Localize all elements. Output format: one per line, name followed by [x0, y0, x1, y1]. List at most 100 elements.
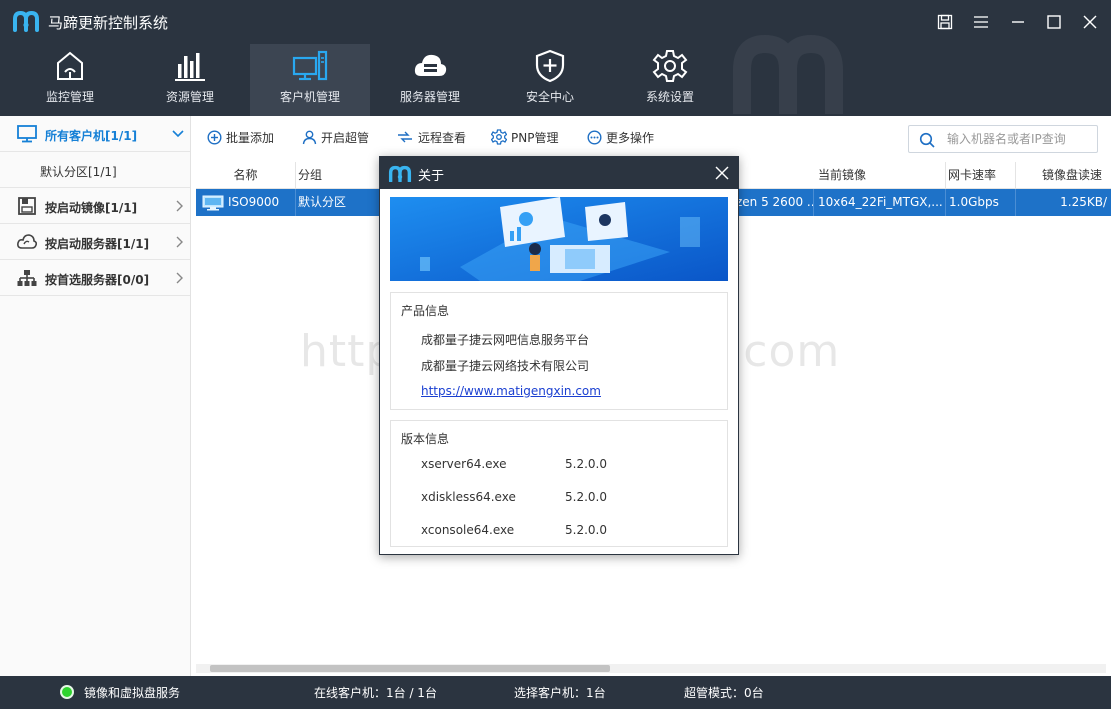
- user-icon: [302, 130, 317, 144]
- cog-icon: [491, 129, 507, 145]
- remote-view-button[interactable]: 远程查看: [396, 128, 466, 146]
- sidebar-item-label: 按首选服务器[0/0]: [45, 273, 150, 287]
- about-banner-illustration: [390, 197, 728, 281]
- chevron-down-icon: [172, 130, 184, 138]
- nav-security[interactable]: 安全中心: [490, 44, 610, 116]
- more-actions-button[interactable]: 更多操作: [587, 128, 654, 146]
- save-icon: [937, 14, 953, 30]
- column-header-current-image[interactable]: 当前镜像: [814, 162, 946, 189]
- remote-link-icon: [398, 131, 412, 143]
- sidebar-item-default-partition[interactable]: 默认分区[1/1]: [0, 152, 190, 188]
- service-status-led: [60, 685, 74, 699]
- column-header-nic-speed[interactable]: 网卡速率: [946, 162, 1016, 189]
- search-box: [908, 125, 1098, 153]
- enable-super-label: 开启超管: [321, 130, 370, 145]
- product-info-section: 产品信息 成都量子捷云网吧信息服务平台 成都量子捷云网络技术有限公司 https…: [390, 292, 728, 410]
- title-bar: 马蹄更新控制系统: [0, 0, 1111, 44]
- cloud-sync-icon: [17, 234, 37, 249]
- close-button[interactable]: [1077, 10, 1103, 34]
- column-header-group[interactable]: 分组: [296, 162, 381, 189]
- add-circle-icon: [207, 129, 222, 145]
- client-computers-icon: [292, 50, 328, 81]
- maximize-icon: [1047, 15, 1061, 29]
- batch-add-label: 批量添加: [226, 130, 275, 145]
- cell-image-read-speed: 1.25KB/: [1060, 195, 1107, 209]
- nav-label: 监控管理: [45, 90, 94, 104]
- version-file-name: xconsole64.exe: [421, 523, 515, 537]
- selected-clients-text: 选择客户机：1台: [514, 686, 606, 700]
- menu-button[interactable]: [968, 10, 994, 34]
- about-dialog: 关于 产品信息 成都量子捷云网吧信息服务平台 成都量子捷云网络技术有限公司 ht…: [379, 156, 739, 555]
- column-header-image-read-speed[interactable]: 镜像盘读速: [1016, 162, 1111, 189]
- dialog-close-icon[interactable]: [714, 165, 730, 181]
- service-status-text: 镜像和虚拟盘服务: [84, 686, 181, 700]
- batch-add-button[interactable]: 批量添加: [207, 128, 274, 146]
- sidebar-item-by-boot-image[interactable]: 按启动镜像[1/1]: [0, 188, 190, 224]
- cell-group: 默认分区: [296, 189, 381, 216]
- sidebar-item-label: 默认分区[1/1]: [40, 165, 117, 179]
- sidebar-item-label: 按启动服务器[1/1]: [45, 237, 150, 251]
- client-name: ISO9000: [228, 195, 280, 209]
- product-platform-name: 成都量子捷云网吧信息服务平台: [421, 333, 590, 347]
- version-number: 5.2.0.0: [565, 490, 607, 504]
- version-info-title: 版本信息: [401, 432, 450, 446]
- cloud-server-icon: [414, 54, 447, 76]
- version-file-name: xdiskless64.exe: [421, 490, 516, 504]
- status-bar: 镜像和虚拟盘服务 在线客户机：1台 / 1台 选择客户机：1台 超管模式：0台: [0, 676, 1111, 709]
- super-mode-text: 超管模式：0台: [684, 686, 764, 700]
- disk-image-icon: [18, 197, 36, 215]
- more-dots-icon: [587, 129, 602, 145]
- nav-servers[interactable]: 服务器管理: [370, 44, 490, 116]
- dialog-title: 关于: [418, 169, 445, 184]
- chevron-right-icon: [176, 200, 183, 212]
- network-tree-icon: [17, 270, 37, 286]
- nav-resources[interactable]: 资源管理: [130, 44, 250, 116]
- minimize-button[interactable]: [1005, 10, 1031, 34]
- more-actions-label: 更多操作: [606, 130, 655, 145]
- column-header-name[interactable]: 名称: [196, 162, 296, 189]
- main-nav: 监控管理 资源管理 客户机管理 服务器管理 安全中心 系统设置: [0, 34, 1111, 116]
- scrollbar-thumb[interactable]: [210, 665, 610, 672]
- cell-cpu: zen 5 2600 ...: [736, 189, 814, 216]
- product-company-name: 成都量子捷云网络技术有限公司: [421, 359, 590, 373]
- version-info-section: 版本信息 xserver64.exe 5.2.0.0 xdiskless64.e…: [390, 420, 728, 547]
- product-info-title: 产品信息: [401, 304, 450, 318]
- cell-nic-speed: 1.0Gbps: [946, 189, 1016, 216]
- sidebar: 所有客户机[1/1] 默认分区[1/1] 按启动镜像[1/1] 按启动服务器[1…: [0, 116, 191, 676]
- sidebar-item-label: 所有客户机[1/1]: [45, 129, 138, 143]
- maximize-button[interactable]: [1041, 10, 1067, 34]
- pnp-manage-label: PNP管理: [511, 130, 559, 145]
- nav-label: 资源管理: [165, 90, 214, 104]
- monitor-home-icon: [57, 51, 83, 80]
- background-logo-icon: [733, 34, 843, 114]
- nav-label: 客户机管理: [279, 90, 340, 104]
- cell-name: ISO9000: [196, 189, 296, 216]
- menu-icon: [974, 16, 988, 28]
- website-link[interactable]: https://www.matigengxin.com: [421, 384, 601, 398]
- horizontal-scrollbar[interactable]: [196, 664, 1106, 673]
- pnp-manage-button[interactable]: PNP管理: [491, 128, 558, 146]
- cell-current-image: 10x64_22Fi_MTGX,...: [814, 189, 946, 216]
- version-number: 5.2.0.0: [565, 457, 607, 471]
- bar-chart-icon: [175, 53, 205, 81]
- enable-super-button[interactable]: 开启超管: [302, 128, 369, 146]
- nav-clients[interactable]: 客户机管理: [250, 44, 370, 116]
- app-title: 马蹄更新控制系统: [48, 14, 169, 32]
- gear-icon: [652, 50, 688, 82]
- chevron-right-icon: [176, 236, 183, 248]
- version-file-name: xserver64.exe: [421, 457, 507, 471]
- nav-settings[interactable]: 系统设置: [610, 44, 730, 116]
- toolbar: 批量添加 开启超管 远程查看 PNP管理 更多操作: [191, 116, 1111, 158]
- sidebar-item-label: 按启动镜像[1/1]: [45, 201, 138, 215]
- shield-icon: [535, 49, 565, 83]
- save-button[interactable]: [932, 10, 958, 34]
- sidebar-item-by-boot-server[interactable]: 按启动服务器[1/1]: [0, 224, 190, 260]
- search-input[interactable]: [947, 130, 1087, 148]
- dialog-title-bar: 关于: [380, 157, 738, 189]
- app-logo-icon: [13, 10, 39, 32]
- nav-monitor[interactable]: 监控管理: [10, 44, 130, 116]
- nav-label: 系统设置: [645, 90, 694, 104]
- sidebar-item-by-preferred-server[interactable]: 按首选服务器[0/0]: [0, 260, 190, 296]
- search-icon: [919, 132, 935, 148]
- sidebar-item-all-clients[interactable]: 所有客户机[1/1]: [0, 116, 190, 152]
